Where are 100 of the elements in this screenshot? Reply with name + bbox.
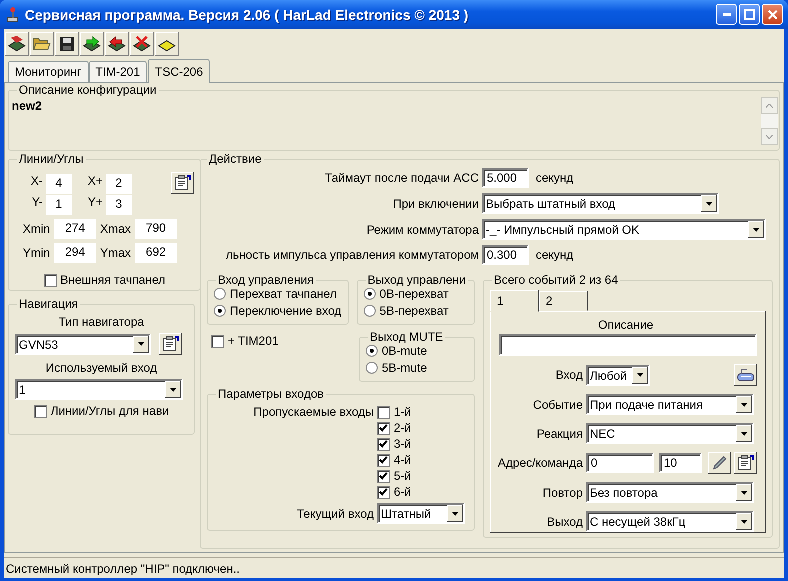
toolbar-button[interactable] xyxy=(155,32,179,56)
radio-button[interactable] xyxy=(366,345,378,357)
close-icon xyxy=(768,10,778,20)
dropdown[interactable]: GVN53 xyxy=(15,334,151,354)
number-field[interactable]: 0.300 xyxy=(482,245,529,265)
group-title: Вход управления xyxy=(217,273,315,287)
group-title: Описание конфигурации xyxy=(18,83,158,97)
number-field[interactable]: 692 xyxy=(135,243,178,263)
chip-icon xyxy=(8,35,26,53)
dropdown[interactable]: NEC xyxy=(586,423,754,444)
status-text: Системный контроллер "HIP" подключен.. xyxy=(6,562,240,576)
properties-button[interactable] xyxy=(171,172,194,194)
number-field[interactable]: 5.000 xyxy=(482,168,529,188)
scrollbar[interactable] xyxy=(761,97,778,145)
dropdown[interactable]: При подаче питания xyxy=(586,394,754,415)
number-field[interactable]: 274 xyxy=(54,219,96,239)
field-label: Событие xyxy=(532,398,583,412)
checkbox[interactable] xyxy=(377,438,390,450)
group-title: Выход управлени xyxy=(366,273,467,287)
dropdown-button[interactable] xyxy=(165,381,181,398)
field-label: Реакция xyxy=(536,426,583,440)
document-icon xyxy=(162,336,178,352)
dropdown[interactable]: -_- Импульсный прямой OK xyxy=(482,219,766,240)
close-button[interactable] xyxy=(762,4,783,25)
number-field[interactable]: 1 xyxy=(46,195,72,215)
field-label: Xmax xyxy=(100,222,132,236)
device-button[interactable] xyxy=(734,364,757,386)
tab[interactable]: TIM-201 xyxy=(88,61,148,82)
dropdown-button[interactable] xyxy=(736,484,752,501)
toolbar-button[interactable] xyxy=(105,32,129,56)
radio-button[interactable] xyxy=(214,288,226,300)
tab[interactable]: 2 xyxy=(539,291,588,311)
toolbar-button[interactable] xyxy=(130,32,154,56)
minimize-button[interactable] xyxy=(716,4,737,25)
chip-arrow-icon xyxy=(108,35,126,53)
checkbox[interactable] xyxy=(377,470,390,482)
tab[interactable]: TSC-206 xyxy=(148,59,210,83)
checkbox[interactable] xyxy=(377,422,390,434)
number-field[interactable]: 2 xyxy=(106,174,132,194)
dropdown-button[interactable] xyxy=(736,425,752,442)
toolbar-button[interactable] xyxy=(5,32,29,56)
toolbar-button[interactable] xyxy=(80,32,104,56)
number-field[interactable]: 3 xyxy=(106,195,132,215)
checkbox[interactable] xyxy=(377,454,390,466)
caret-icon xyxy=(138,342,144,346)
caret-icon xyxy=(170,388,176,392)
pen-button[interactable] xyxy=(708,452,731,474)
checkbox[interactable] xyxy=(44,274,56,286)
radio-button[interactable] xyxy=(364,288,376,300)
field-label: Y+ xyxy=(86,195,103,211)
number-field[interactable]: 294 xyxy=(54,243,96,263)
dropdown[interactable]: Выбрать штатный вход xyxy=(482,193,719,214)
radio-label: 5В-перехват xyxy=(380,304,449,318)
radio-button[interactable] xyxy=(214,305,226,317)
number-field[interactable]: 4 xyxy=(46,174,72,194)
dropdown[interactable]: Штатный xyxy=(377,503,465,524)
caret-icon xyxy=(706,202,712,206)
tab[interactable]: Мониторинг xyxy=(8,61,89,82)
field-label: Режим коммутатора xyxy=(366,222,479,236)
dropdown-button[interactable] xyxy=(748,221,764,238)
maximize-button[interactable] xyxy=(739,4,760,25)
checkbox[interactable] xyxy=(211,334,224,348)
radio-button[interactable] xyxy=(364,305,376,317)
radio-button[interactable] xyxy=(366,362,378,374)
field-label: льность импульса управления коммутатором xyxy=(225,248,479,262)
dropdown[interactable]: Без повтора xyxy=(586,482,754,503)
group-title: Всего событий 2 из 64 xyxy=(493,273,620,287)
dropdown-button[interactable] xyxy=(701,195,717,212)
document-icon xyxy=(738,455,754,471)
dropdown-button[interactable] xyxy=(736,396,752,413)
dropdown-button[interactable] xyxy=(133,336,149,352)
checkbox[interactable] xyxy=(34,404,47,418)
caret-icon xyxy=(740,402,748,406)
scroll-up-icon xyxy=(766,104,773,108)
field-label: Выход xyxy=(546,514,583,528)
properties-button[interactable] xyxy=(734,452,757,474)
field-label: Вход xyxy=(554,368,583,382)
text-field[interactable] xyxy=(499,334,757,356)
checkbox[interactable] xyxy=(377,486,390,498)
group-title: Выход MUTE xyxy=(369,330,444,344)
dropdown-button[interactable] xyxy=(736,513,752,530)
number-field[interactable]: 790 xyxy=(135,219,178,239)
pen-icon xyxy=(712,455,728,471)
window-title: Сервисная программа. Версия 2.06 ( HarLad Electronics © 2013 ) xyxy=(25,6,470,22)
field-label: X+ xyxy=(86,174,103,190)
dropdown[interactable]: С несущей 38кГц xyxy=(586,511,754,532)
number-field[interactable]: 10 xyxy=(659,453,702,473)
field-label: Пропускаемые входы xyxy=(252,405,374,419)
number-field[interactable]: 0 xyxy=(586,453,654,473)
properties-button[interactable] xyxy=(159,333,182,355)
toolbar-button[interactable] xyxy=(55,32,79,56)
dropdown-button[interactable] xyxy=(632,366,648,384)
caret-icon xyxy=(740,490,748,494)
dropdown[interactable]: Любой xyxy=(586,364,650,386)
dropdown[interactable]: 1 xyxy=(15,379,183,400)
folder-icon xyxy=(33,36,51,52)
checkbox[interactable] xyxy=(377,406,390,418)
tab[interactable]: 1 xyxy=(490,290,539,312)
dropdown-button[interactable] xyxy=(447,505,463,522)
checkbox-label: Внешняя тачпанел xyxy=(60,273,166,287)
